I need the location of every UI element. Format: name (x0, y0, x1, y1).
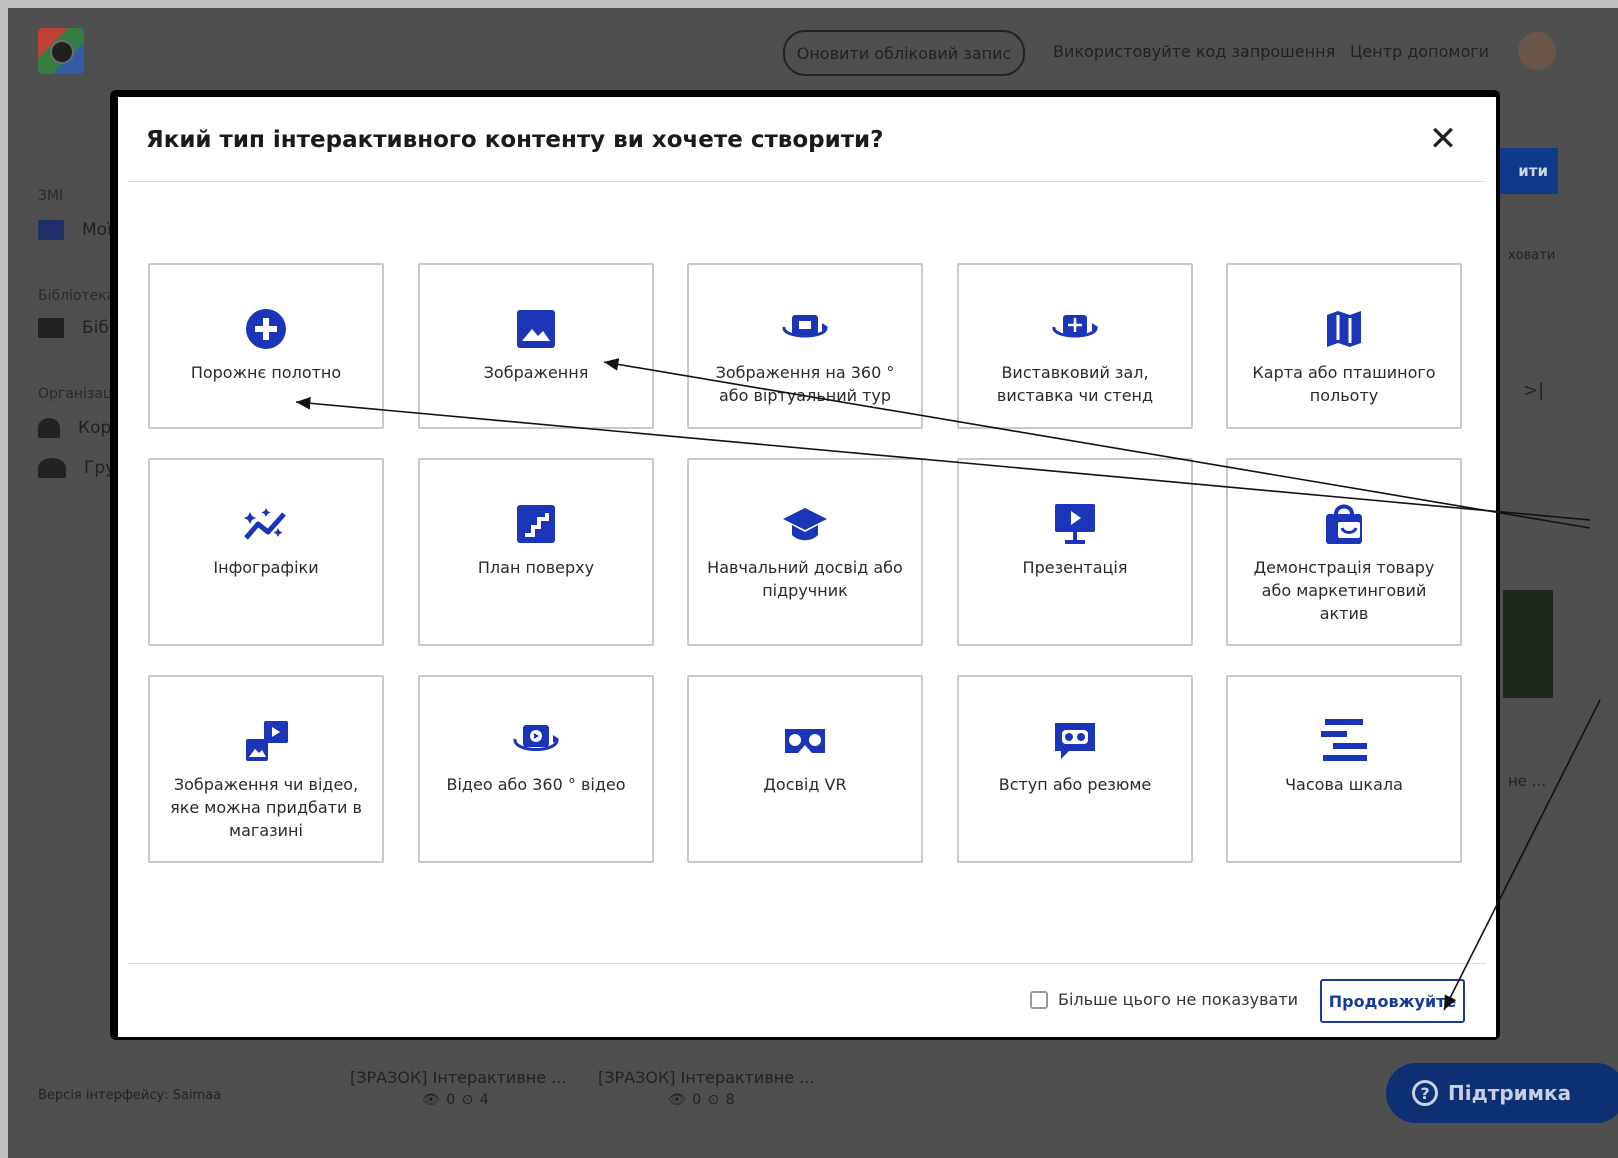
content-type-card[interactable]: План поверху (418, 458, 654, 646)
content-type-card[interactable]: Карта або пташиного польоту (1226, 263, 1462, 429)
sidebar-item-label: Кор (78, 418, 112, 438)
content-type-card[interactable]: Часова шкала (1226, 675, 1462, 863)
card-label: Навчальний досвід або підручник (707, 558, 903, 600)
avatar[interactable] (1518, 32, 1556, 70)
sidebar-item-label: Мої (82, 220, 112, 240)
help-center-link[interactable]: Центр допомоги (1350, 42, 1489, 61)
content-type-card[interactable]: Інфографіки (148, 458, 384, 646)
card-label: Інфографіки (213, 558, 319, 577)
infographic-icon (242, 502, 290, 546)
card-label: Відео або 360 ° відео (446, 775, 626, 794)
upgrade-account-button[interactable]: Оновити обліковий запис (783, 30, 1025, 76)
content-type-card[interactable]: Презентація (957, 458, 1193, 646)
map-icon (1324, 307, 1364, 351)
sidebar-item-org-1[interactable]: Кор (38, 418, 111, 438)
support-button[interactable]: ? Підтримка (1386, 1063, 1618, 1123)
card-label: Зображення чи відео, яке можна придбати … (170, 775, 362, 840)
intro-icon (1053, 719, 1097, 763)
card-label: План поверху (477, 558, 595, 577)
continue-button[interactable]: Продовжуйте (1320, 979, 1465, 1023)
dont-show-checkbox[interactable] (1030, 990, 1048, 1009)
hide-link[interactable]: ховати (1508, 248, 1555, 263)
content-type-dialog: Який тип інтерактивного контенту ви хоче… (118, 97, 1496, 1037)
card-label: Досвід VR (763, 775, 847, 794)
content-type-card[interactable]: Вступ або резюме (957, 675, 1193, 863)
card-label: Зображення на 360 ° або віртуальний тур (715, 363, 895, 405)
support-label: Підтримка (1448, 1081, 1572, 1105)
exhibit-icon (1048, 307, 1102, 351)
content-type-card[interactable]: Зображення (418, 263, 654, 429)
card-label: Демонстрація товару або маркетинговий ак… (1253, 558, 1435, 623)
invite-code-link[interactable]: Використовуйте код запрошення (1053, 42, 1335, 61)
bg-text: не ... (1508, 772, 1547, 790)
shopping-bag-icon (1322, 502, 1366, 546)
sidebar-item-label: Біб (82, 318, 109, 338)
card-label: Часова шкала (1285, 775, 1403, 794)
plus-circle-icon (244, 307, 288, 351)
card-label: Презентація (1022, 558, 1128, 577)
sidebar-media-label: ЗМІ (38, 188, 64, 204)
content-type-card[interactable]: Зображення чи відео, яке можна придбати … (148, 675, 384, 863)
sidebar-org-label: Організац (38, 386, 113, 402)
help-icon: ? (1412, 1080, 1438, 1106)
card-label: Порожнє полотно (190, 363, 342, 382)
content-type-card[interactable]: Демонстрація товару або маркетинговий ак… (1226, 458, 1462, 646)
shoppable-media-icon (242, 719, 290, 763)
360-video-icon (509, 719, 563, 763)
sample-stats-2: 👁 0 ⊙ 8 (668, 1092, 736, 1108)
image-icon (516, 307, 556, 351)
presentation-icon (1053, 502, 1097, 546)
user-icon (38, 418, 60, 438)
library-icon (38, 318, 64, 338)
sidebar-item-org-2[interactable]: Гру (38, 458, 115, 478)
sidebar-item-library[interactable]: Біб (38, 318, 109, 338)
card-label: Виставковий зал, виставка чи стенд (996, 363, 1154, 405)
card-label: Вступ або резюме (998, 775, 1152, 794)
thumbnail-image (1503, 590, 1553, 698)
sidebar-item-media[interactable]: Мої (38, 220, 112, 240)
app-logo[interactable] (38, 28, 84, 74)
content-type-card[interactable]: Навчальний досвід або підручник (687, 458, 923, 646)
version-text: Версія інтерфейсу: Saimaa (38, 1088, 222, 1103)
dont-show-label: Більше цього не показувати (1058, 990, 1299, 1009)
close-button[interactable]: ✕ (1423, 119, 1463, 159)
graduation-cap-icon (781, 502, 829, 546)
content-type-card[interactable]: Досвід VR (687, 675, 923, 863)
divider (128, 181, 1486, 182)
content-type-card[interactable]: Відео або 360 ° відео (418, 675, 654, 863)
360-image-icon (778, 307, 832, 351)
divider (128, 963, 1486, 964)
sample-stats-1: 👁 0 ⊙ 4 (422, 1092, 490, 1108)
timeline-icon (1319, 719, 1369, 763)
dialog-title: Який тип інтерактивного контенту ви хоче… (146, 127, 884, 153)
group-icon (38, 458, 66, 478)
sample-title-1[interactable]: [ЗРАЗОК] Інтерактивне ... (350, 1068, 566, 1087)
content-type-card[interactable]: Виставковий зал, виставка чи стенд (957, 263, 1193, 429)
content-type-card[interactable]: Порожнє полотно (148, 263, 384, 429)
folder-icon (38, 220, 64, 240)
card-label: Зображення (483, 363, 589, 382)
content-type-card[interactable]: Зображення на 360 ° або віртуальний тур (687, 263, 923, 429)
card-label: Карта або пташиного польоту (1252, 363, 1436, 405)
collapse-icon[interactable]: >| (1523, 380, 1544, 401)
vr-goggles-icon (782, 719, 828, 763)
sample-title-2[interactable]: [ЗРАЗОК] Інтерактивне ... (598, 1068, 814, 1087)
sidebar-library-label: Бібліотека (38, 288, 116, 304)
floor-plan-icon (516, 502, 556, 546)
dont-show-again[interactable]: Більше цього не показувати (1030, 990, 1298, 1009)
